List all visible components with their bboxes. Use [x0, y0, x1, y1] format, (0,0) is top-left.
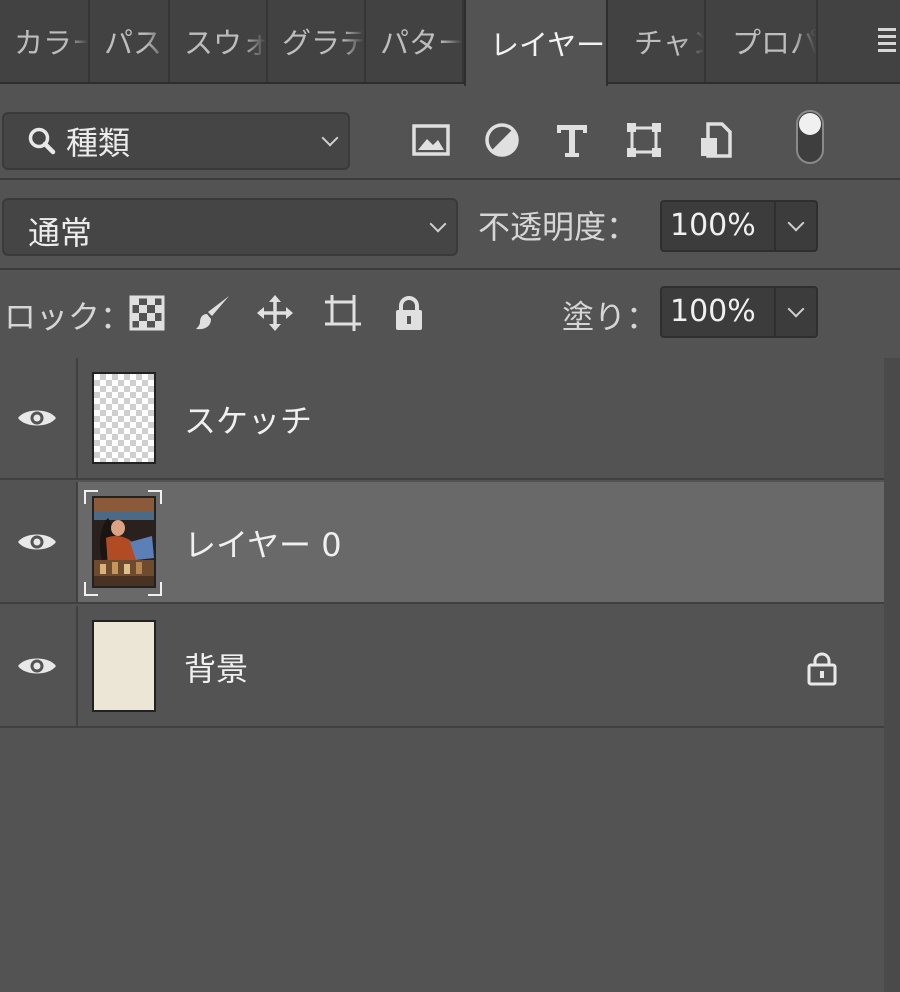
tab-label: レイヤー: [490, 28, 606, 62]
lock-transparent-pixels-icon[interactable]: [128, 294, 166, 332]
layers-scrollbar[interactable]: [884, 358, 900, 992]
search-icon: [28, 127, 56, 155]
type-filter-icon[interactable]: [552, 120, 592, 160]
lock-label: ロック：: [4, 298, 133, 336]
opacity-dropdown-button[interactable]: [774, 202, 816, 250]
layer-name: レイヤー 0: [184, 526, 342, 564]
tab-patterns[interactable]: パターン: [366, 0, 464, 82]
opacity-value: 100%: [670, 208, 756, 243]
chevron-down-icon: [321, 129, 339, 147]
filter-kind-select[interactable]: 種類: [2, 112, 350, 170]
fill-label: 塗り：: [562, 298, 659, 336]
eye-icon: [18, 534, 56, 550]
layer-row-sketch[interactable]: スケッチ: [0, 358, 884, 480]
toggle-knob: [799, 113, 821, 135]
panel-tab-bar: カラー パス スウォッチ グラデーション パターン レイヤー チャンネル プロパ…: [0, 0, 900, 86]
layer-name: スケッチ: [184, 402, 313, 440]
lock-row: ロック： 塗り： 100%: [0, 272, 900, 358]
lock-position-move-icon[interactable]: [256, 294, 294, 332]
blend-mode-value: 通常: [28, 214, 93, 252]
smart-object-filter-icon[interactable]: [696, 120, 736, 160]
tab-layers[interactable]: レイヤー: [464, 0, 608, 86]
image-filter-icon[interactable]: [411, 120, 451, 160]
opacity-label: 不透明度：: [478, 208, 639, 246]
tab-color[interactable]: カラー: [0, 0, 90, 82]
layer-thumbnail-background: [92, 620, 156, 712]
visibility-toggle[interactable]: [0, 358, 78, 478]
layer-filter-row: 種類: [0, 86, 900, 180]
blend-row: 通常 不透明度： 100%: [0, 182, 900, 270]
tab-paths[interactable]: パス: [90, 0, 170, 82]
lock-all-icon[interactable]: [390, 294, 428, 332]
layer-row-background[interactable]: 背景: [0, 606, 884, 728]
selection-corner: [84, 582, 98, 596]
layer-thumbnail-transparent: [92, 372, 156, 464]
lock-icon[interactable]: [806, 650, 838, 686]
filter-toggle-switch[interactable]: [796, 110, 824, 164]
filter-kind-label: 種類: [66, 124, 131, 162]
lock-artboard-icon[interactable]: [324, 294, 362, 332]
visibility-toggle[interactable]: [0, 606, 78, 726]
lock-image-pixels-brush-icon[interactable]: [194, 294, 232, 332]
tab-channels[interactable]: チャンネル: [608, 0, 706, 82]
tab-swatches[interactable]: スウォッチ: [170, 0, 268, 82]
eye-icon: [18, 410, 56, 426]
layer-thumbnail-photo: [92, 496, 156, 588]
chevron-down-icon: [787, 300, 805, 318]
tab-gradients[interactable]: グラデーション: [268, 0, 366, 82]
selection-corner: [84, 490, 98, 504]
photo-thumbnail-image: [94, 498, 154, 586]
layer-name: 背景: [184, 650, 249, 688]
chevron-down-icon: [787, 214, 805, 232]
selection-corner: [148, 582, 162, 596]
layer-row-layer-0[interactable]: レイヤー 0: [0, 482, 884, 604]
panel-menu-icon[interactable]: [878, 28, 900, 54]
blend-mode-select[interactable]: 通常: [2, 198, 458, 256]
visibility-toggle[interactable]: [0, 482, 78, 602]
tab-properties[interactable]: プロパティ: [706, 0, 818, 82]
selection-corner: [148, 490, 162, 504]
chevron-down-icon: [429, 215, 447, 233]
shape-filter-icon[interactable]: [624, 120, 664, 160]
eye-icon: [18, 658, 56, 674]
fill-field[interactable]: 100%: [660, 286, 818, 338]
fill-dropdown-button[interactable]: [774, 288, 816, 336]
layers-list: スケッチ レイヤー 0 背景: [0, 358, 884, 992]
opacity-field[interactable]: 100%: [660, 200, 818, 252]
adjustment-filter-icon[interactable]: [482, 120, 522, 160]
fill-value: 100%: [670, 294, 756, 329]
